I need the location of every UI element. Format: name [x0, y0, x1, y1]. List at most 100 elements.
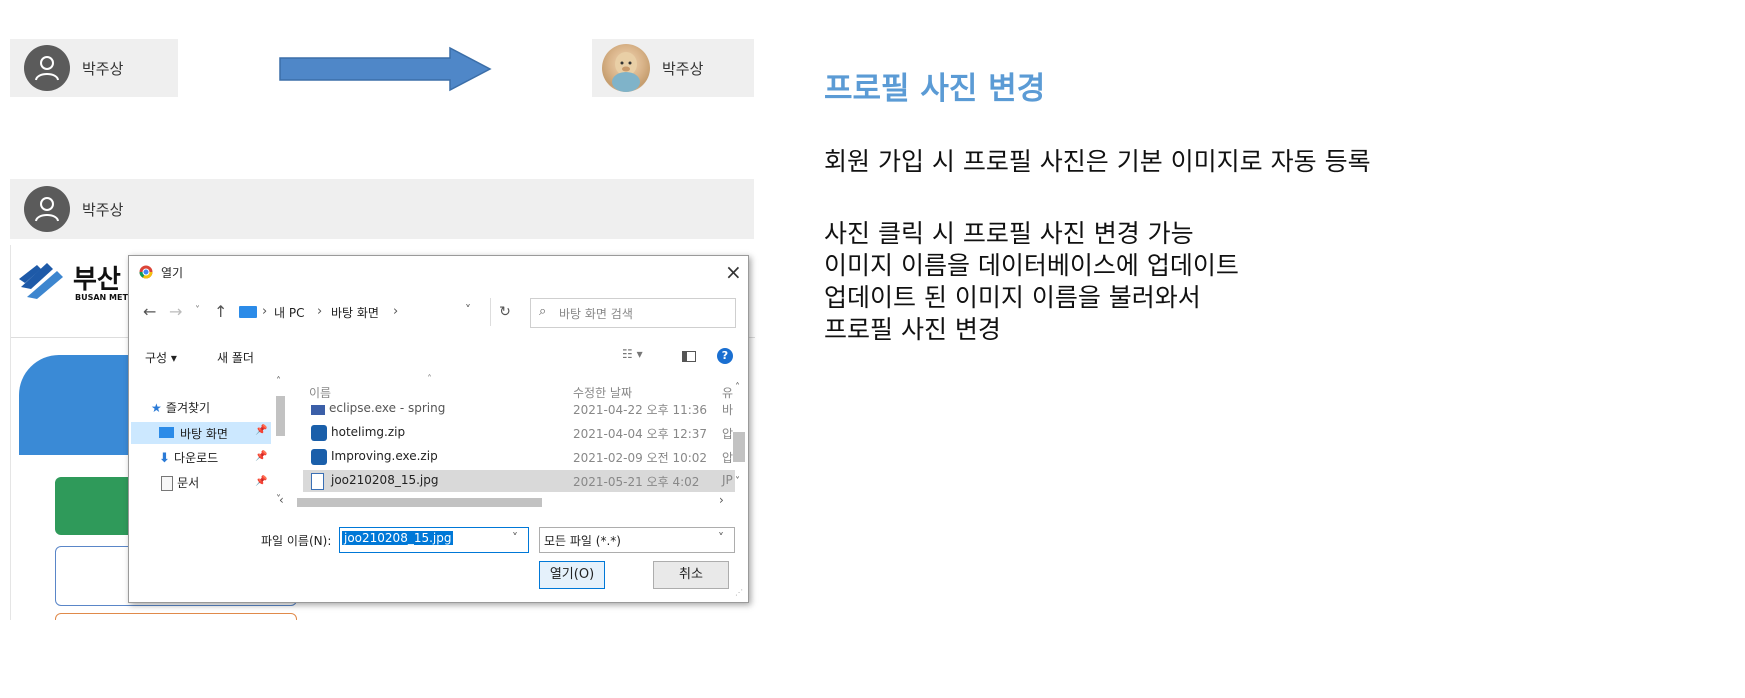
filter-text: 모든 파일 (*.*)	[544, 534, 621, 548]
h-scroll-thumb[interactable]	[297, 498, 542, 507]
file-date: 2021-04-22 오후 11:36	[573, 403, 708, 416]
custom-avatar[interactable]	[602, 44, 650, 92]
file-type: JP	[722, 473, 733, 487]
view-options-icon[interactable]: ☷ ▾	[622, 347, 643, 361]
alpaca-photo-icon	[612, 52, 640, 92]
nav-scrollbar[interactable]: ˄ ˅	[273, 376, 287, 506]
open-button[interactable]: 열기(O)	[539, 561, 605, 589]
path-item-desktop[interactable]: 바탕 화면	[331, 304, 379, 321]
help-icon[interactable]: ?	[717, 348, 733, 364]
desktop-icon	[159, 427, 174, 438]
file-type: 압	[722, 427, 734, 441]
section-heading: 프로필 사진 변경	[824, 71, 1046, 107]
right-arrow	[279, 46, 492, 92]
before-profile-strip: 박주상	[10, 39, 178, 97]
username: 박주상	[82, 200, 124, 219]
refresh-button[interactable]: ↻	[490, 298, 519, 326]
scroll-up-icon[interactable]: ˄	[276, 376, 281, 387]
close-icon[interactable]: ×	[725, 260, 742, 284]
document-icon	[161, 476, 173, 491]
nav-pane: ★ 즐겨찾기 바탕 화면 📌 ⬇ 다운로드 📌 문서 📌 ˄ ˅	[129, 374, 289, 509]
nav-item-desktop[interactable]: 바탕 화면 📌	[131, 422, 271, 444]
back-arrow-icon[interactable]: ←	[143, 302, 156, 321]
description-line: 사진 클릭 시 프로필 사진 변경 가능	[824, 219, 1194, 248]
cancel-button[interactable]: 취소	[653, 561, 729, 589]
download-icon: ⬇	[159, 451, 170, 466]
new-folder-button[interactable]: 새 폴더	[217, 349, 254, 366]
file-row[interactable]: hotelimg.zip 2021-04-04 오후 12:37 압	[299, 422, 735, 444]
column-header-type[interactable]: 유	[722, 384, 733, 401]
file-type: 압	[722, 451, 734, 465]
file-list: ˄ 이름 수정한 날짜 유 ˄ eclipse.exe - spring 202…	[299, 374, 747, 514]
site-logo-text: 부산	[73, 265, 121, 295]
path-separator: ›	[393, 304, 399, 319]
column-header-name[interactable]: 이름	[309, 384, 331, 401]
file-row-selected[interactable]: joo210208_15.jpg 2021-05-21 오후 4:02 JP	[303, 470, 735, 492]
site-orange-box[interactable]	[55, 613, 297, 620]
preview-pane-icon[interactable]	[682, 351, 696, 362]
recent-dropdown-icon[interactable]: ˅	[195, 305, 200, 316]
zip-icon	[311, 449, 327, 465]
file-row[interactable]: eclipse.exe - spring 2021-04-22 오후 11:36…	[299, 402, 735, 416]
file-date: 2021-05-21 오후 4:02	[573, 475, 700, 489]
file-date: 2021-02-09 오전 10:02	[573, 451, 708, 465]
description-line: 회원 가입 시 프로필 사진은 기본 이미지로 자동 등록	[824, 147, 1371, 176]
up-arrow-icon[interactable]: ↑	[214, 302, 227, 321]
search-icon: ⌕	[539, 304, 547, 319]
organize-menu[interactable]: 구성 ▾	[145, 349, 177, 366]
nav-scroll-thumb[interactable]	[276, 396, 285, 436]
file-name: Improving.exe.zip	[331, 449, 438, 463]
site-logo-subtext: BUSAN METR	[75, 293, 135, 302]
path-separator: ›	[262, 304, 268, 319]
filename-text: joo210208_15.jpg	[342, 531, 454, 545]
description-line: 업데이트 된 이미지 이름을 불러와서	[824, 283, 1201, 312]
default-avatar[interactable]	[24, 186, 70, 232]
search-box[interactable]: ⌕ 바탕 화면 검색	[530, 298, 736, 328]
default-avatar[interactable]	[24, 45, 70, 91]
nav-item-label: 문서	[177, 476, 200, 490]
scroll-up-icon[interactable]: ˄	[735, 382, 740, 393]
horizontal-scrollbar[interactable]: ‹ ›	[279, 493, 734, 509]
filter-select[interactable]: 모든 파일 (*.*) ˅	[539, 527, 735, 553]
after-profile-strip: 박주상	[592, 39, 754, 97]
filename-input[interactable]: joo210208_15.jpg ˅	[339, 527, 529, 553]
filter-dropdown-icon[interactable]: ˅	[718, 531, 724, 545]
file-open-dialog: 열기 × ← → ˅ ↑ › 내 PC › 바탕 화면 › ˅ ↻ ⌕ 바탕 화…	[128, 255, 749, 603]
description-line: 이미지 이름을 데이터베이스에 업데이트	[824, 251, 1239, 280]
zip-icon	[311, 425, 327, 441]
column-header-date[interactable]: 수정한 날짜	[573, 384, 632, 401]
chrome-icon	[139, 265, 153, 279]
scroll-left-icon[interactable]: ‹	[279, 493, 284, 507]
star-icon: ★	[151, 401, 162, 415]
filename-dropdown-icon[interactable]: ˅	[512, 531, 518, 545]
nav-item-favorites[interactable]: ★ 즐겨찾기	[151, 399, 281, 419]
person-icon	[35, 56, 59, 81]
pin-icon: 📌	[255, 425, 268, 436]
filename-label: 파일 이름(N):	[261, 534, 332, 548]
forward-arrow-icon[interactable]: →	[169, 302, 182, 321]
nav-item-documents[interactable]: 문서 📌	[161, 474, 281, 494]
nav-item-label: 다운로드	[174, 451, 219, 465]
address-bar[interactable]: › 내 PC › 바탕 화면 › ˅	[235, 298, 515, 326]
nav-item-label: 바탕 화면	[180, 427, 228, 441]
path-item-pc[interactable]: 내 PC	[274, 304, 304, 321]
pin-icon: 📌	[255, 451, 268, 462]
file-type: 바	[722, 403, 734, 416]
file-row[interactable]: Improving.exe.zip 2021-02-09 오전 10:02 압	[299, 446, 735, 468]
pin-icon: 📌	[255, 476, 268, 487]
path-dropdown-icon[interactable]: ˅	[465, 303, 471, 317]
sort-indicator-icon: ˄	[427, 374, 432, 385]
file-date: 2021-04-04 오후 12:37	[573, 427, 708, 441]
nav-item-downloads[interactable]: ⬇ 다운로드 📌	[159, 449, 279, 469]
file-name: eclipse.exe - spring	[329, 402, 446, 415]
scroll-right-icon[interactable]: ›	[719, 493, 724, 507]
list-scroll-thumb[interactable]	[733, 432, 745, 462]
search-placeholder: 바탕 화면 검색	[559, 307, 633, 321]
image-file-icon	[311, 473, 324, 490]
file-name: hotelimg.zip	[331, 425, 406, 439]
resize-grip-icon[interactable]: ⋰	[735, 588, 743, 597]
nav-item-label: 즐겨찾기	[165, 401, 211, 415]
description-line: 프로필 사진 변경	[824, 315, 1001, 344]
file-name: joo210208_15.jpg	[331, 473, 439, 487]
scroll-down-icon[interactable]: ˅	[735, 476, 740, 487]
